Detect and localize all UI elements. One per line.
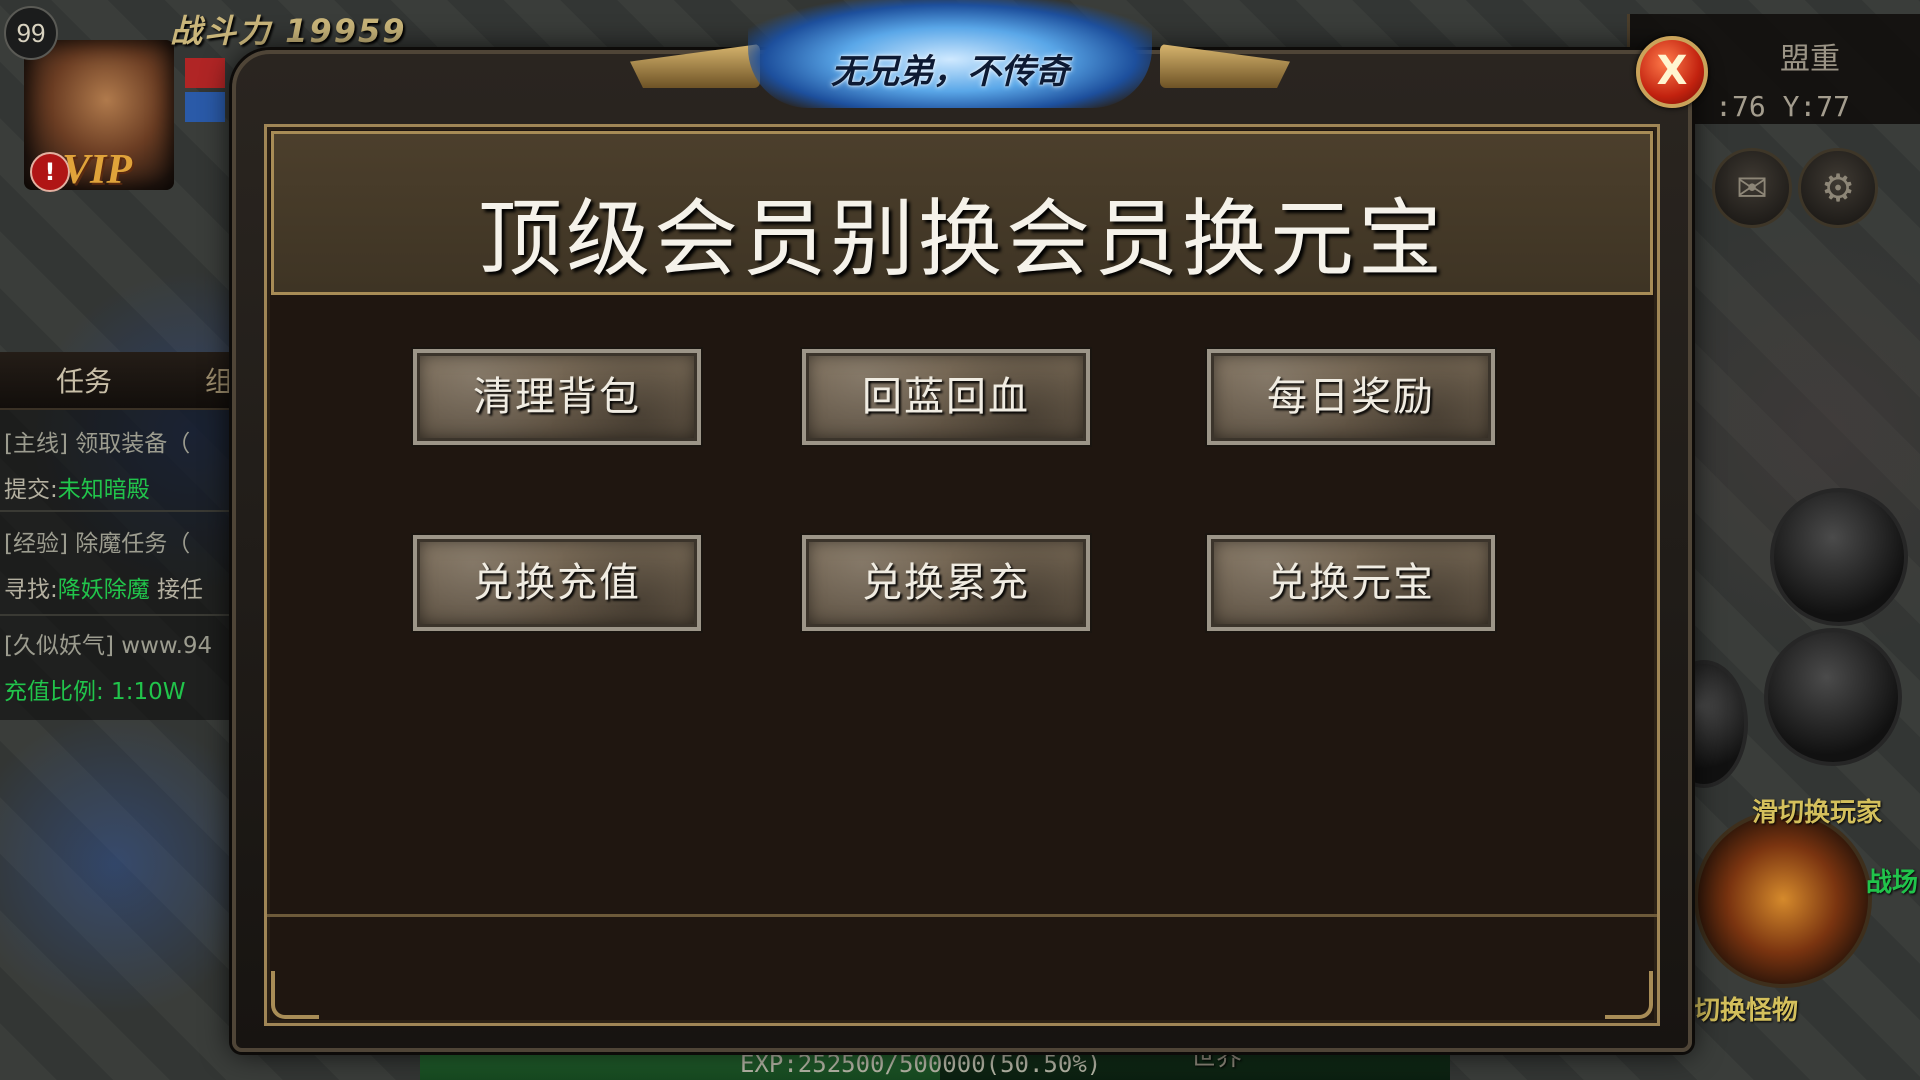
quest-item[interactable]: [主线] 领取装备（ <box>4 424 190 458</box>
exchange-yuanbao-button[interactable]: 兑换元宝 <box>1207 535 1495 631</box>
dialog-title: 顶级会员别换会员换元宝 <box>477 190 1446 288</box>
combat-power-value: 19959 <box>285 12 407 50</box>
combat-power-label: 战斗力 <box>170 12 273 50</box>
daily-reward-button[interactable]: 每日奖励 <box>1207 349 1495 445</box>
skill-button[interactable] <box>1764 628 1902 766</box>
quest-divider <box>0 510 236 512</box>
level-badge: 99 <box>4 6 58 60</box>
dialog-content: 顶级会员别换会员换元宝 清理背包 回蓝回血 每日奖励 兑换充值 兑换累充 兑换元… <box>264 124 1660 1026</box>
battlefield-label[interactable]: 战场 <box>1866 862 1918 899</box>
close-button[interactable]: X <box>1636 36 1708 108</box>
quest-divider <box>0 614 236 616</box>
vip-badge[interactable]: VIP <box>62 146 132 194</box>
tab-quests[interactable]: 任务 <box>56 360 112 400</box>
exchange-recharge-button[interactable]: 兑换充值 <box>413 535 701 631</box>
member-dialog: 顶级会员别换会员换元宝 清理背包 回蓝回血 每日奖励 兑换充值 兑换累充 兑换元… <box>232 50 1692 1052</box>
combat-power: 战斗力 19959 <box>170 6 406 52</box>
exchange-cumulative-button[interactable]: 兑换累充 <box>802 535 1090 631</box>
corner-ornament <box>271 971 319 1019</box>
quest-panel: [主线] 领取装备（ 提交:未知暗殿 [经验] 除魔任务（ 寻找:降妖除魔 接任… <box>0 410 236 720</box>
quest-tabs: 任务 组 <box>0 352 236 410</box>
attack-button[interactable] <box>1694 810 1872 988</box>
skill-button[interactable] <box>1770 488 1908 626</box>
banner-slogan: 无兄弟，不传奇 <box>831 52 1069 92</box>
switch-monster-label[interactable]: 切换怪物 <box>1694 990 1798 1027</box>
game-scene: 99 战斗力 19959 ! VIP 任务 组 [主线] 领取装备（ 提交:未知… <box>0 0 1920 1080</box>
title-box: 顶级会员别换会员换元宝 <box>271 131 1653 295</box>
coordinates: :76 Y:77 <box>1715 90 1850 123</box>
restore-hp-mp-button[interactable]: 回蓝回血 <box>802 349 1090 445</box>
quest-item[interactable]: 提交:未知暗殿 <box>4 470 150 504</box>
exp-text: EXP:252500/500000(50.50%) <box>740 1050 1102 1078</box>
hp-bar <box>185 58 225 88</box>
gear-icon[interactable]: ⚙ <box>1798 148 1878 228</box>
recharge-ratio: 充值比例: 1:10W <box>4 679 186 705</box>
mp-bar <box>185 92 225 122</box>
corner-ornament <box>1605 971 1653 1019</box>
content-divider <box>267 914 1657 917</box>
map-name: 盟重 <box>1780 42 1840 77</box>
switch-player-label[interactable]: 滑切换玩家 <box>1752 792 1882 829</box>
quest-item[interactable]: [经验] 除魔任务（ <box>4 524 190 558</box>
quest-item[interactable]: [久似妖气] www.94 <box>4 626 212 660</box>
quest-item[interactable]: 寻找:降妖除魔 接任 <box>4 570 203 604</box>
clear-bag-button[interactable]: 清理背包 <box>413 349 701 445</box>
tab-team[interactable]: 组 <box>205 360 233 400</box>
mail-icon[interactable]: ✉ <box>1712 148 1792 228</box>
